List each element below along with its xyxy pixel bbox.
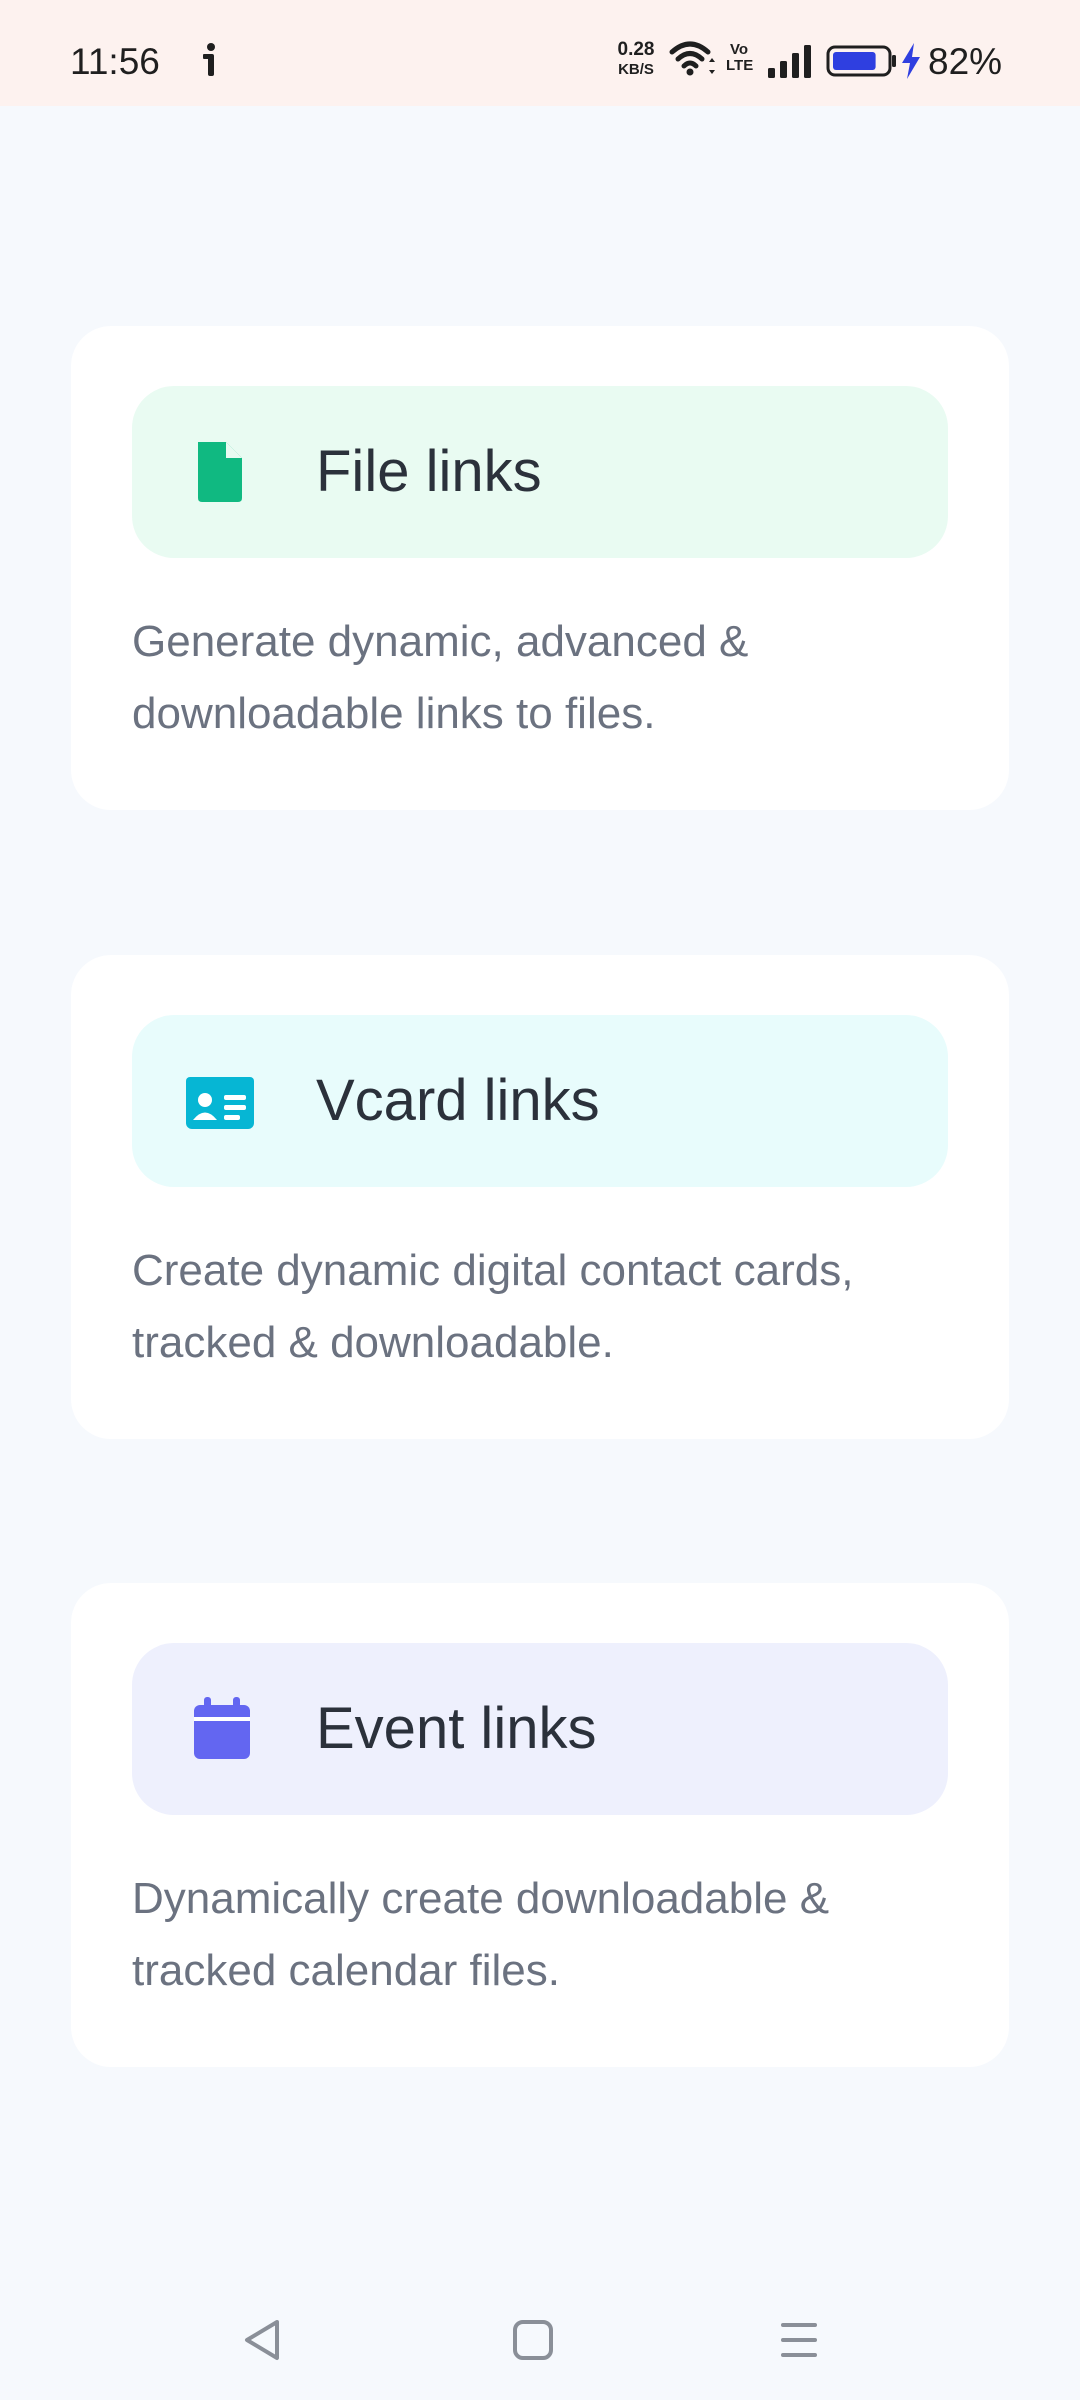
network-speed-value: 0.28	[617, 39, 655, 60]
menu-icon[interactable]	[769, 2310, 829, 2370]
file-links-title: File links	[316, 439, 542, 504]
file-icon	[184, 438, 256, 506]
navigation-bar	[0, 2280, 1080, 2400]
alert-icon	[196, 42, 226, 78]
network-speed: 0.28 KB/S	[606, 40, 666, 80]
status-time: 11:56	[70, 41, 160, 82]
event-links-card[interactable]: Event links Dynamically create downloada…	[71, 1583, 1009, 2067]
vcard-links-title: Vcard links	[316, 1068, 600, 1133]
calendar-icon	[184, 1695, 256, 1763]
back-icon[interactable]	[233, 2310, 293, 2370]
volte-line1: Vo	[729, 41, 749, 58]
event-links-title: Event links	[316, 1696, 597, 1761]
volte-icon: Vo LTE	[726, 41, 754, 74]
wifi-icon	[668, 40, 716, 80]
vcard-links-header[interactable]: Vcard links	[132, 1015, 948, 1187]
status-bar: 11:56 0.28 KB/S Vo LTE 82%	[0, 0, 1080, 106]
signal-icon	[766, 44, 814, 78]
vcard-links-card[interactable]: Vcard links Create dynamic digital conta…	[71, 955, 1009, 1439]
event-links-header[interactable]: Event links	[132, 1643, 948, 1815]
network-speed-unit: KB/S	[618, 61, 654, 78]
file-links-card[interactable]: File links Generate dynamic, advanced & …	[71, 326, 1009, 810]
charging-icon	[900, 42, 922, 80]
home-icon[interactable]	[503, 2310, 563, 2370]
battery-percent: 82%	[928, 41, 1003, 82]
vcard-links-description: Create dynamic digital contact cards, tr…	[132, 1246, 854, 1367]
volte-line2: LTE	[726, 57, 754, 74]
file-links-header[interactable]: File links	[132, 386, 948, 558]
file-links-description: Generate dynamic, advanced & downloadabl…	[132, 617, 749, 738]
battery-icon	[826, 44, 898, 78]
event-links-description: Dynamically create downloadable & tracke…	[132, 1874, 830, 1995]
contact-card-icon	[184, 1067, 256, 1135]
